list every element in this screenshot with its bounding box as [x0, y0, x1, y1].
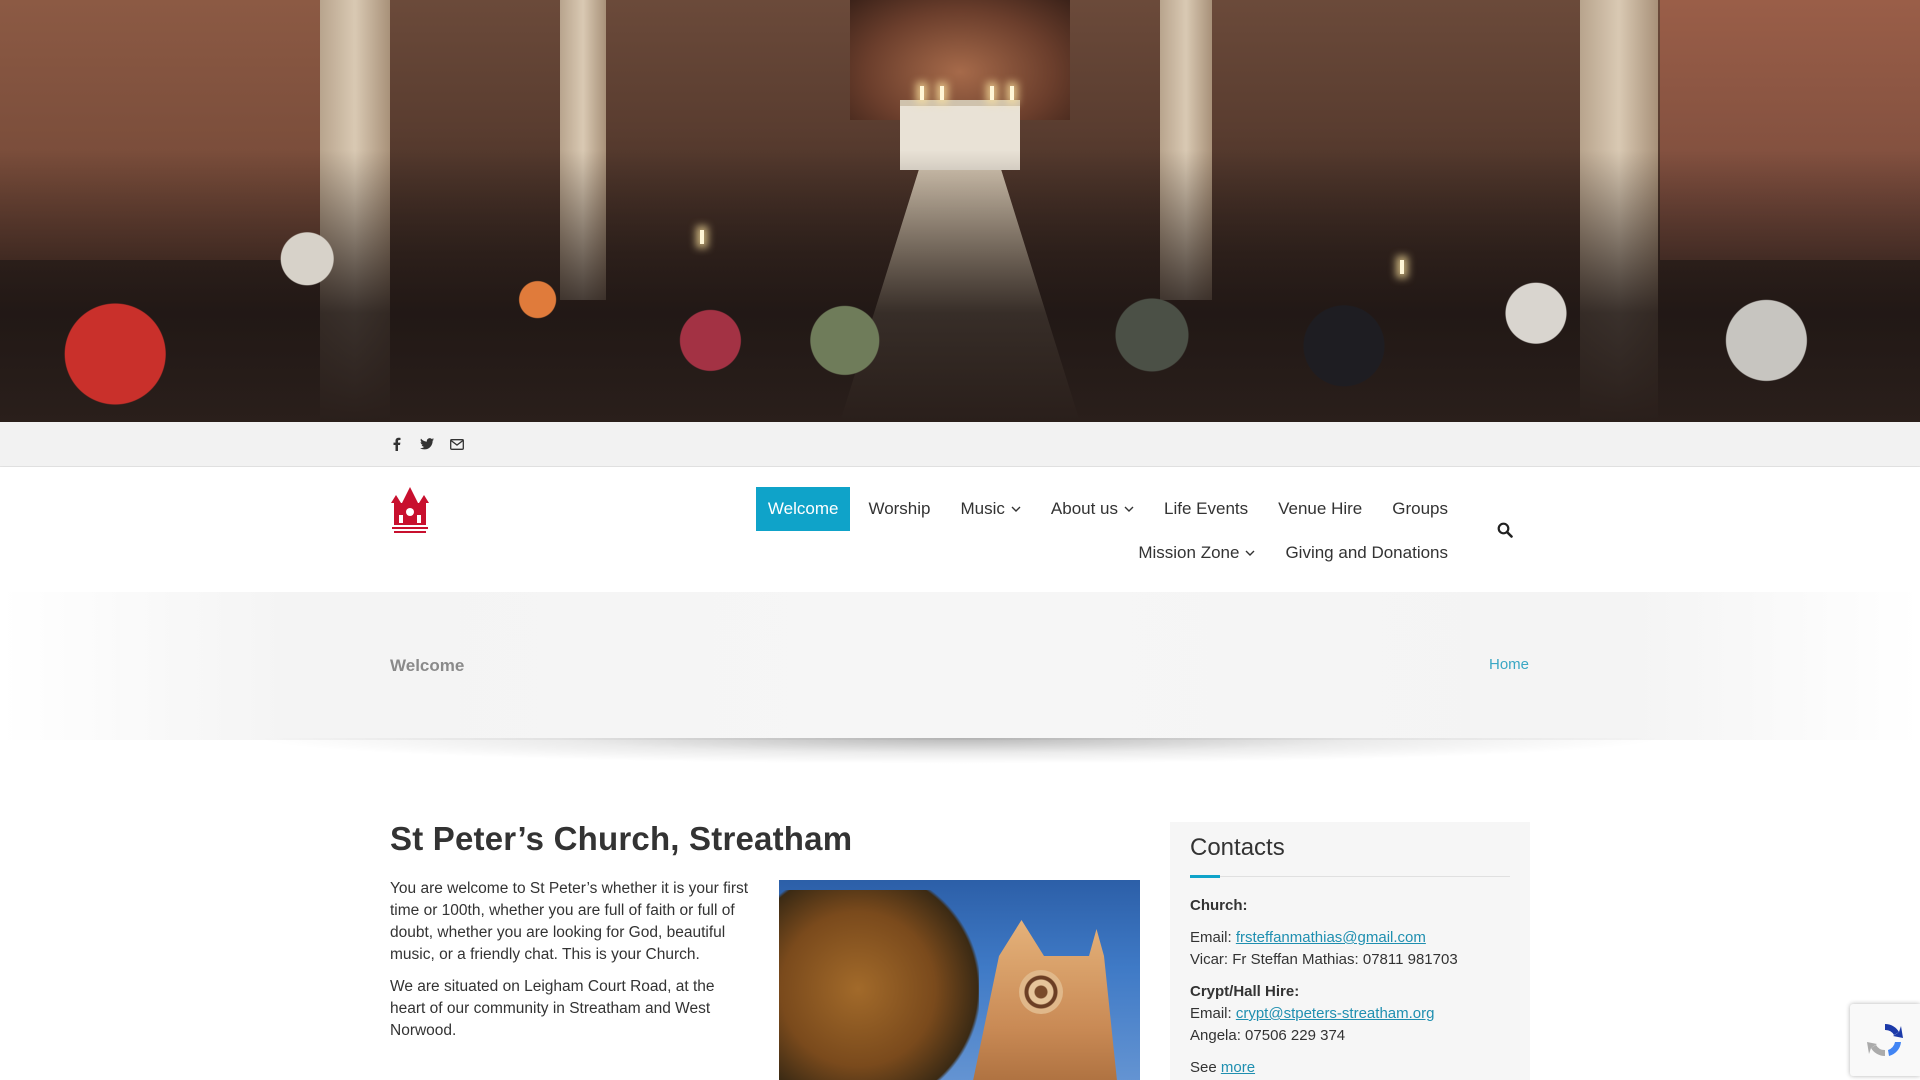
hero-candle [1400, 260, 1404, 274]
recaptcha-badge[interactable] [1850, 1004, 1920, 1076]
breadcrumb-home-link[interactable]: Home [1489, 656, 1529, 673]
email-label: Email: [1190, 929, 1236, 946]
page-title-band: Welcome Home [0, 592, 1920, 764]
see-more-link[interactable]: more [1221, 1059, 1255, 1076]
nav-item-groups[interactable]: Groups [1380, 487, 1460, 531]
content-heading: St Peter’s Church, Streatham [390, 820, 853, 857]
church-heading: Church: [1190, 897, 1248, 914]
angela-line: Angela: 07506 229 374 [1190, 1027, 1346, 1044]
main-content: St Peter’s Church, Streatham You are wel… [390, 820, 1140, 1080]
nav-item-welcome[interactable]: Welcome [755, 487, 851, 531]
band-shadow [250, 738, 1670, 764]
hero-candle [940, 86, 944, 100]
photo-rose-window [1019, 970, 1063, 1014]
crypt-email-link[interactable]: crypt@stpeters-streatham.org [1236, 1005, 1435, 1022]
nav-item-giving-and-donations[interactable]: Giving and Donations [1273, 531, 1460, 575]
nav-item-mission-zone[interactable]: Mission Zone [1126, 531, 1267, 575]
nav-item-label: Venue Hire [1278, 499, 1363, 518]
church-logo[interactable] [390, 485, 430, 537]
hero-congregation [0, 150, 1920, 422]
nav-item-label: Welcome [767, 499, 839, 518]
chevron-down-icon [1011, 504, 1021, 514]
vicar-line: Vicar: Fr Steffan Mathias: 07811 981703 [1190, 951, 1458, 968]
crypt-email-line: Email: crypt@stpeters-streatham.org [1190, 1003, 1510, 1025]
content-paragraph: We are situated on Leigham Court Road, a… [390, 978, 715, 1039]
church-exterior-photo [779, 880, 1140, 1080]
main-navigation: Welcome Worship Music About us Life Even… [700, 487, 1460, 575]
facebook-icon[interactable] [390, 436, 404, 452]
nav-item-music[interactable]: Music [949, 487, 1033, 531]
nav-row-1: Welcome Worship Music About us Life Even… [700, 487, 1460, 531]
email-label: Email: [1190, 1005, 1236, 1022]
widget-title: Contacts [1190, 834, 1510, 878]
nav-item-label: Giving and Donations [1285, 543, 1448, 562]
chevron-down-icon [1124, 504, 1134, 514]
nav-item-about-us[interactable]: About us [1039, 487, 1146, 531]
search-icon[interactable] [1497, 522, 1517, 542]
nav-item-label: Life Events [1164, 499, 1249, 518]
see-label: See [1190, 1059, 1221, 1076]
hero-candle [1010, 86, 1014, 100]
nav-item-venue-hire[interactable]: Venue Hire [1266, 487, 1374, 531]
social-bar [0, 422, 1920, 467]
twitter-icon[interactable] [420, 436, 434, 452]
social-icons [390, 436, 464, 452]
site-header: Welcome Worship Music About us Life Even… [0, 467, 1920, 592]
content-paragraph: You are welcome to St Peter’s whether it… [390, 880, 749, 963]
nav-item-worship[interactable]: Worship [856, 487, 942, 531]
nav-item-label: Groups [1392, 499, 1448, 518]
recaptcha-icon [1867, 1023, 1903, 1057]
photo-tree [779, 890, 979, 1080]
content-text: You are welcome to St Peter’s whether it… [390, 878, 750, 1052]
nav-item-life-events[interactable]: Life Events [1152, 487, 1260, 531]
nav-item-label: About us [1050, 499, 1119, 518]
hero-candle [920, 86, 924, 100]
see-more-line: See more [1190, 1057, 1510, 1079]
hero-candle [700, 230, 704, 244]
contacts-widget: Contacts Church: Email: frsteffanmathias… [1170, 822, 1530, 1080]
church-email-line: Email: frsteffanmathias@gmail.com [1190, 927, 1510, 949]
hero-banner-image [0, 0, 1920, 422]
nav-item-label: Worship [868, 499, 931, 518]
church-email-link[interactable]: frsteffanmathias@gmail.com [1236, 929, 1426, 946]
nav-item-label: Music [960, 499, 1005, 518]
nav-item-label: Mission Zone [1138, 543, 1240, 562]
envelope-icon[interactable] [450, 436, 464, 452]
chevron-down-icon [1245, 548, 1255, 558]
nav-row-2: Mission Zone Giving and Donations [700, 531, 1460, 575]
hero-candle [990, 86, 994, 100]
crypt-heading: Crypt/Hall Hire: [1190, 983, 1300, 1000]
page-title: Welcome [390, 656, 465, 675]
